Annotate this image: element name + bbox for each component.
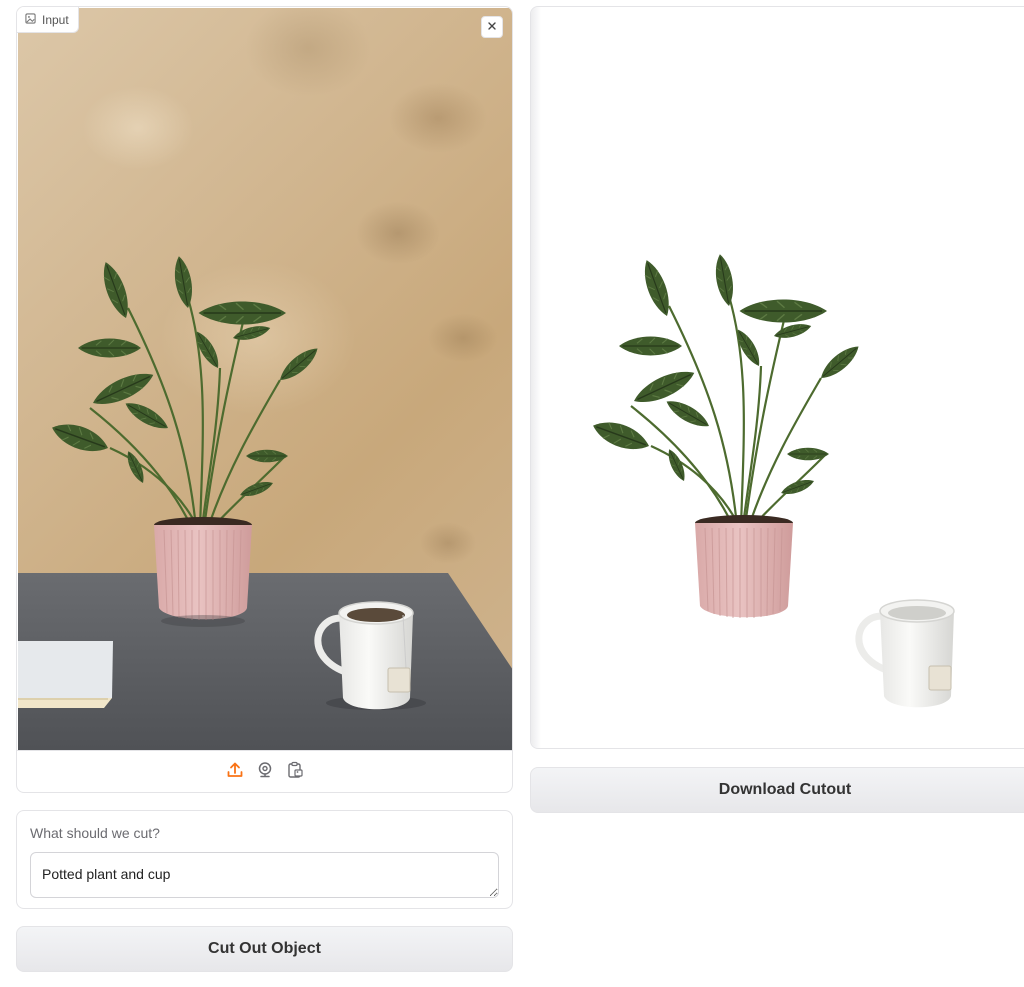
- upload-button[interactable]: [226, 761, 244, 784]
- webcam-button[interactable]: [256, 761, 274, 784]
- output-image-panel: [530, 6, 1024, 749]
- download-cutout-button[interactable]: Download Cutout: [530, 767, 1024, 813]
- close-icon: [487, 18, 497, 36]
- input-label-text: Input: [42, 12, 69, 27]
- paste-clipboard-button[interactable]: [286, 761, 304, 784]
- cutout-image: [588, 252, 955, 708]
- clear-image-button[interactable]: [481, 16, 503, 38]
- webcam-icon: [256, 761, 274, 784]
- input-label-badge: Input: [17, 7, 79, 33]
- upload-icon: [226, 761, 244, 784]
- prompt-input[interactable]: Potted plant and cup: [30, 852, 499, 898]
- image-icon: [25, 12, 36, 27]
- clipboard-icon: [286, 761, 304, 784]
- image-source-bar: [17, 750, 512, 792]
- cut-out-object-button[interactable]: Cut Out Object: [16, 926, 513, 972]
- input-image-panel[interactable]: Input: [16, 6, 513, 793]
- prompt-label: What should we cut?: [30, 825, 160, 841]
- input-photo: [18, 8, 512, 750]
- prompt-panel: What should we cut? Potted plant and cup: [16, 810, 513, 909]
